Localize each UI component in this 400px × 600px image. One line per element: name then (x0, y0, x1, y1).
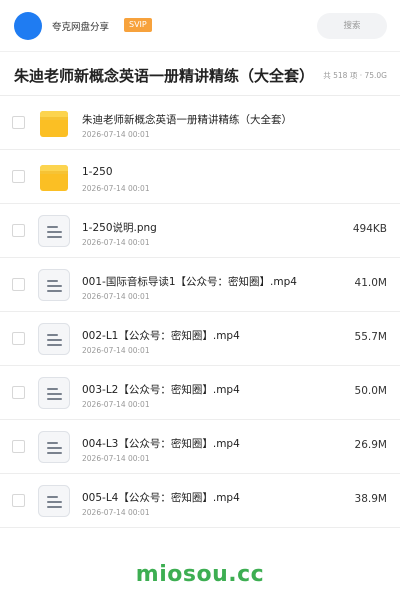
row-checkbox[interactable] (12, 494, 25, 507)
file-name[interactable]: 004-L3【公众号：密知圈】.mp4 (82, 436, 240, 451)
file-name[interactable]: 001-国际音标导读1【公众号：密知圈】.mp4 (82, 274, 297, 289)
file-row[interactable]: 004-L3【公众号：密知圈】.mp4 2026-07-14 00:01 26.9M (0, 420, 400, 474)
file-name[interactable]: 002-L1【公众号：密知圈】.mp4 (82, 328, 240, 343)
file-name[interactable]: 1-250说明.png (82, 220, 157, 235)
file-size: 38.9M (354, 493, 387, 505)
title-bar: 朱迪老师新概念英语一册精讲精练（大全套） 共 518 项 · 75.0G (0, 52, 400, 96)
row-checkbox[interactable] (12, 170, 25, 183)
row-checkbox[interactable] (12, 116, 25, 129)
document-icon (38, 485, 70, 517)
file-row[interactable]: 1-250 2026-07-14 00:01 (0, 150, 400, 204)
avatar[interactable] (14, 12, 42, 40)
file-row[interactable]: 002-L1【公众号：密知圈】.mp4 2026-07-14 00:01 55.7M (0, 312, 400, 366)
folder-icon (38, 161, 70, 193)
row-checkbox[interactable] (12, 278, 25, 291)
share-title: 夸克网盘分享 (52, 22, 110, 33)
document-icon (38, 377, 70, 409)
file-date: 2026-07-14 00:01 (82, 508, 150, 517)
row-checkbox[interactable] (12, 386, 25, 399)
file-date: 2026-07-14 00:01 (82, 400, 150, 409)
file-list: 朱迪老师新概念英语一册精讲精练（大全套） 2026-07-14 00:01 1-25… (0, 96, 400, 528)
row-checkbox[interactable] (12, 440, 25, 453)
row-checkbox[interactable] (12, 332, 25, 345)
file-row[interactable]: 003-L2【公众号：密知圈】.mp4 2026-07-14 00:01 50.0M (0, 366, 400, 420)
file-date: 2026-07-14 00:01 (82, 346, 150, 355)
file-name[interactable]: 朱迪老师新概念英语一册精讲精练（大全套） (82, 112, 292, 127)
file-row[interactable]: 1-250说明.png 2026-07-14 00:01 494KB (0, 204, 400, 258)
file-row[interactable]: 005-L4【公众号：密知圈】.mp4 2026-07-14 00:01 38.9M (0, 474, 400, 528)
file-date: 2026-07-14 00:01 (82, 292, 150, 301)
search-input[interactable]: 搜索 (317, 13, 387, 39)
folder-icon (38, 107, 70, 139)
document-icon (38, 215, 70, 247)
document-icon (38, 431, 70, 463)
file-name[interactable]: 003-L2【公众号：密知圈】.mp4 (82, 382, 240, 397)
file-date: 2026-07-14 00:01 (82, 184, 150, 193)
svip-badge: SVIP (124, 18, 152, 32)
file-row[interactable]: 001-国际音标导读1【公众号：密知圈】.mp4 2026-07-14 00:01… (0, 258, 400, 312)
file-row[interactable]: 朱迪老师新概念英语一册精讲精练（大全套） 2026-07-14 00:01 (0, 96, 400, 150)
watermark-text: miosou.cc (135, 562, 265, 587)
file-date: 2026-07-14 00:01 (82, 238, 150, 247)
top-header: 夸克网盘分享 SVIP 搜索 (0, 0, 400, 52)
document-icon (38, 323, 70, 355)
file-name[interactable]: 1-250 (82, 166, 113, 178)
file-name[interactable]: 005-L4【公众号：密知圈】.mp4 (82, 490, 240, 505)
file-date: 2026-07-14 00:01 (82, 130, 150, 139)
file-size: 50.0M (354, 385, 387, 397)
file-size: 26.9M (354, 439, 387, 451)
file-size: 41.0M (354, 277, 387, 289)
file-size: 494KB (352, 223, 387, 235)
item-count-size: 共 518 项 · 75.0G (323, 71, 387, 80)
document-icon (38, 269, 70, 301)
file-date: 2026-07-14 00:01 (82, 454, 150, 463)
page-title: 朱迪老师新概念英语一册精讲精练（大全套） (14, 67, 315, 85)
row-checkbox[interactable] (12, 224, 25, 237)
file-size: 55.7M (354, 331, 387, 343)
